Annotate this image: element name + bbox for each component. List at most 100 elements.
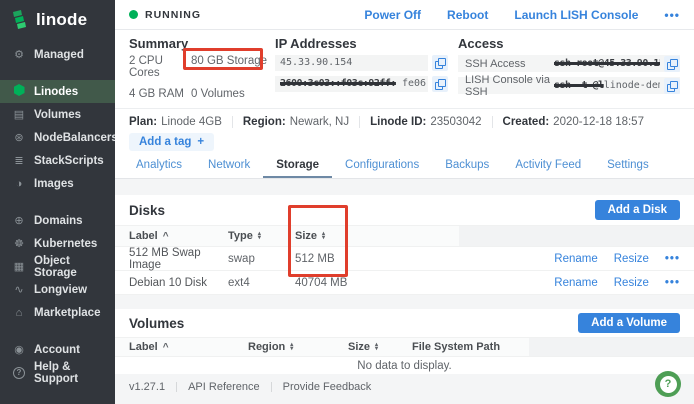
disks-column-type[interactable]: Type	[228, 230, 295, 242]
disks-section: Disks Add a Disk Label Type Size 512 MB …	[115, 195, 694, 295]
sort-icon	[290, 343, 293, 351]
sidebar-item-volumes[interactable]: ▤ Volumes	[0, 103, 115, 126]
copy-icon[interactable]	[432, 55, 448, 71]
lish-console-value: ssh -t @llinode-demo123	[554, 80, 660, 91]
version-link[interactable]: v1.27.1	[129, 381, 165, 393]
linode-status: RUNNING	[129, 9, 201, 21]
disk-type: ext4	[228, 276, 250, 289]
tab-network[interactable]: Network	[195, 154, 263, 178]
disk-size: 40704 MB	[295, 276, 348, 289]
launch-lish-console-button[interactable]: Launch LISH Console	[514, 8, 638, 22]
images-icon: ◑	[15, 177, 23, 190]
sidebar-item-help-support[interactable]: ? Help & Support	[0, 361, 115, 385]
help-icon: ?	[12, 366, 26, 379]
account-icon: ◉	[14, 344, 24, 356]
rename-disk-button[interactable]: Rename	[554, 253, 597, 265]
sidebar-item-kubernetes[interactable]: ☸ Kubernetes	[0, 232, 115, 255]
status-label: RUNNING	[145, 8, 201, 21]
ssh-access-label: SSH Access	[465, 57, 526, 70]
longview-icon: ∿	[14, 284, 24, 296]
tab-configurations[interactable]: Configurations	[332, 154, 432, 178]
cpu-cores-value: 2 CPU Cores	[129, 55, 163, 79]
disk-more-actions-icon[interactable]: •••	[665, 277, 680, 289]
provide-feedback-link[interactable]: Provide Feedback	[283, 381, 372, 393]
disk-size: 512 MB	[295, 252, 335, 265]
add-tag-button[interactable]: Add a tag +	[129, 133, 215, 151]
ipv4-row: 45.33.90.154	[275, 55, 448, 71]
linode-logo[interactable]: linode	[0, 0, 115, 39]
footer: v1.27.1 API Reference Provide Feedback	[115, 381, 694, 404]
volumes-empty-state: No data to display.	[357, 359, 452, 372]
tab-backups[interactable]: Backups	[432, 154, 502, 178]
lish-console-label: LISH Console via SSH	[465, 73, 550, 98]
sort-icon	[322, 232, 325, 240]
disk-more-actions-icon[interactable]: •••	[665, 253, 680, 265]
sidebar-item-images[interactable]: ◑ Images	[0, 172, 115, 195]
disk-type: swap	[228, 252, 255, 265]
add-volume-button[interactable]: Add a Volume	[578, 313, 680, 333]
rename-disk-button[interactable]: Rename	[554, 277, 597, 289]
access-title: Access	[458, 36, 504, 51]
sidebar-item-longview[interactable]: ∿ Longview	[0, 278, 115, 301]
linode-details-row: Plan: Linode 4GB Region: Newark, NJ Linode…	[115, 108, 694, 130]
sidebar-item-account[interactable]: ◉ Account	[0, 338, 115, 361]
disks-table-header: Label Type Size	[115, 225, 694, 247]
sidebar-item-stackscripts[interactable]: ≣ StackScripts	[0, 149, 115, 172]
volumes-header: Volumes Add a Volume	[115, 309, 694, 337]
tab-bar: Analytics Network Storage Configurations…	[115, 154, 694, 179]
volumes-column-file-system-path: File System Path	[412, 341, 501, 353]
resize-disk-button[interactable]: Resize	[614, 277, 649, 289]
sidebar-item-domains[interactable]: ⊕ Domains	[0, 209, 115, 232]
add-disk-button[interactable]: Add a Disk	[594, 200, 680, 220]
tab-settings[interactable]: Settings	[594, 154, 662, 178]
plan-detail: Plan: Linode 4GB	[129, 115, 222, 128]
disk-row-debian: Debian 10 Disk ext4 40704 MB Rename Resi…	[115, 271, 694, 295]
sidebar: linode ⚙ Managed Linodes ▤ Volumes ⊛ Nod…	[0, 0, 118, 404]
ip-addresses-column: IP Addresses 45.33.90.154 2600:3c03::f03…	[275, 36, 458, 100]
reboot-button[interactable]: Reboot	[447, 8, 488, 22]
api-reference-link[interactable]: API Reference	[188, 381, 260, 393]
sidebar-item-object-storage[interactable]: ▦ Object Storage	[0, 255, 115, 279]
volumes-column-label[interactable]: Label	[115, 341, 248, 353]
copy-icon[interactable]	[664, 77, 680, 94]
disk-label: Debian 10 Disk	[129, 276, 207, 289]
nodebalancers-icon: ⊛	[14, 132, 24, 144]
summary-band: Summary 2 CPU Cores 80 GB Storage 4 GB R…	[115, 30, 694, 108]
kubernetes-icon: ☸	[14, 238, 24, 250]
running-status-icon	[129, 10, 138, 19]
tab-activity-feed[interactable]: Activity Feed	[502, 154, 594, 178]
sidebar-item-linodes[interactable]: Linodes	[0, 80, 115, 103]
more-actions-icon[interactable]: •••	[664, 8, 680, 22]
logo-text: linode	[36, 10, 88, 29]
sidebar-item-marketplace[interactable]: ⌂ Marketplace	[0, 301, 115, 324]
summary-column: Summary 2 CPU Cores 80 GB Storage 4 GB R…	[129, 36, 275, 100]
storage-value: 80 GB Storage	[191, 55, 268, 67]
main-content: RUNNING Power Off Reboot Launch LISH Con…	[115, 0, 694, 404]
status-bar: RUNNING Power Off Reboot Launch LISH Con…	[115, 0, 694, 30]
ram-value: 4 GB RAM	[129, 88, 184, 100]
sidebar-item-nodebalancers[interactable]: ⊛ NodeBalancers	[0, 126, 117, 149]
copy-icon[interactable]	[664, 55, 680, 72]
sort-icon	[375, 343, 378, 351]
resize-disk-button[interactable]: Resize	[614, 253, 649, 265]
disks-title: Disks	[129, 202, 166, 218]
tab-storage[interactable]: Storage	[263, 154, 333, 178]
question-icon: ?	[659, 375, 677, 393]
volumes-column-size[interactable]: Size	[348, 341, 400, 353]
disk-label: 512 MB Swap Image	[129, 246, 201, 271]
ip-addresses-title: IP Addresses	[275, 36, 357, 51]
linode-cloud-manager: linode ⚙ Managed Linodes ▤ Volumes ⊛ Nod…	[0, 0, 694, 404]
copy-icon[interactable]	[432, 76, 448, 92]
disks-column-size[interactable]: Size	[295, 230, 445, 242]
tab-analytics[interactable]: Analytics	[123, 154, 195, 178]
disk-row-swap: 512 MB Swap Image swap 512 MB Rename Res…	[115, 247, 694, 271]
help-fab-button[interactable]: ?	[655, 371, 681, 397]
disks-header: Disks Add a Disk	[115, 195, 694, 225]
power-off-button[interactable]: Power Off	[364, 8, 421, 22]
linode-logo-icon	[13, 10, 26, 29]
sidebar-nav: ⚙ Managed Linodes ▤ Volumes ⊛ NodeBalanc…	[0, 43, 118, 385]
volumes-count-value: 0 Volumes	[191, 88, 245, 100]
volumes-column-region[interactable]: Region	[248, 341, 348, 353]
sidebar-item-managed[interactable]: ⚙ Managed	[0, 43, 115, 66]
disks-column-label[interactable]: Label	[115, 230, 228, 242]
